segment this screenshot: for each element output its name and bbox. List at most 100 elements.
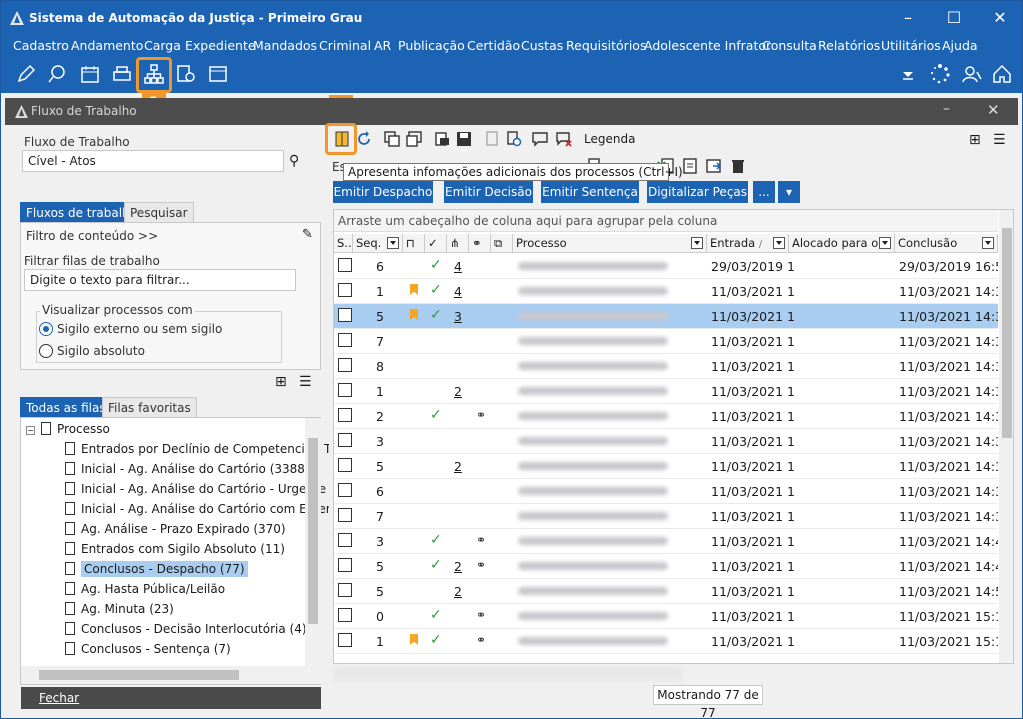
processo-number-redacted[interactable] — [518, 637, 668, 645]
search-doc-icon[interactable] — [47, 63, 69, 85]
document-icon[interactable] — [681, 157, 699, 175]
table-row[interactable]: 5 ✓ 2 ⚭ 11/03/2021 1 11/03/2021 14:4 — [334, 554, 998, 579]
filtro-conteudo-toggle[interactable]: Filtro de conteúdo >> — [26, 229, 158, 243]
filter-dropdown-icon[interactable] — [982, 237, 994, 249]
tree-item[interactable]: Inicial - Ag. Análise do Cartório (3388) — [65, 462, 310, 482]
search-doc-icon[interactable] — [505, 130, 523, 148]
tree-item[interactable]: Conclusos - Decisão Interlocutória (4) — [65, 622, 307, 642]
menu-carga[interactable]: Carga — [144, 38, 181, 53]
digitalizar-pecas-button[interactable]: Digitalizar Peças — [647, 181, 748, 203]
additional-info-icon[interactable] — [333, 130, 351, 148]
tree-view-icon[interactable]: ⊞ — [275, 374, 287, 390]
row-link-number[interactable]: 2 — [454, 559, 462, 574]
menu-publicacao[interactable]: Publicação — [398, 38, 465, 53]
menu-ajuda[interactable]: Ajuda — [942, 38, 978, 53]
comment-icon[interactable] — [531, 130, 549, 148]
col-seq[interactable]: Seq. — [353, 234, 403, 253]
processo-number-redacted[interactable] — [518, 537, 668, 545]
menu-mandados[interactable]: Mandados — [253, 38, 317, 53]
row-checkbox[interactable] — [338, 508, 352, 522]
tree-item[interactable]: Inicial - Ag. Análise do Cartório - Urge… — [65, 482, 326, 502]
tree-vscroll[interactable] — [305, 418, 321, 666]
row-link-number[interactable]: 2 — [454, 459, 462, 474]
dropdown-button[interactable]: ▾ — [778, 181, 800, 203]
fluxo-field[interactable]: Cível - Atos — [22, 150, 284, 172]
row-link-number[interactable]: 4 — [454, 284, 462, 299]
tree-view-icon[interactable]: ⊞ — [969, 132, 981, 148]
col-entrada[interactable]: Entrada / — [707, 234, 789, 253]
row-checkbox[interactable] — [338, 483, 352, 497]
row-checkbox[interactable] — [338, 533, 352, 547]
table-row[interactable]: 5 ✓ 3 11/03/2021 1 11/03/2021 14:3 — [334, 304, 998, 329]
row-checkbox[interactable] — [338, 258, 352, 272]
row-checkbox[interactable] — [338, 558, 352, 572]
copy-icon[interactable] — [383, 130, 401, 148]
filter-dropdown-icon[interactable] — [773, 237, 785, 249]
col-alocado[interactable]: Alocado para o... — [789, 234, 895, 253]
inner-minimize-button[interactable]: – — [943, 101, 950, 117]
table-row[interactable]: 3 ✓ ⚭ 11/03/2021 1 11/03/2021 14:4 — [334, 529, 998, 554]
remove-comment-icon[interactable] — [555, 130, 573, 148]
inner-close-button[interactable]: ✕ — [987, 101, 1000, 119]
tab-todas-filas[interactable]: Todas as filas — [20, 397, 112, 419]
grid-hscroll[interactable] — [333, 667, 683, 681]
processo-number-redacted[interactable] — [518, 312, 668, 320]
search-icon[interactable]: ⚲ — [289, 153, 299, 169]
row-checkbox[interactable] — [338, 358, 352, 372]
row-checkbox[interactable] — [338, 433, 352, 447]
menu-cadastro[interactable]: Cadastro — [13, 38, 69, 53]
tree-item[interactable]: Inicial - Ag. Análise do Cartório com Em… — [65, 502, 331, 522]
maximize-button[interactable]: ☐ — [936, 5, 972, 31]
row-checkbox[interactable] — [338, 383, 352, 397]
processo-number-redacted[interactable] — [518, 362, 668, 370]
col-tree[interactable]: ⋔ — [447, 234, 469, 253]
col-check[interactable]: ✓ — [425, 234, 447, 253]
table-row[interactable]: 1 ✓ ⚭ 11/03/2021 1 11/03/2021 15:1 — [334, 629, 998, 654]
table-row[interactable]: 7 11/03/2021 1 11/03/2021 14:3 — [334, 329, 998, 354]
menu-requisitorios[interactable]: Requisitórios — [566, 38, 646, 53]
calendar-icon[interactable] — [79, 63, 101, 85]
processo-number-redacted[interactable] — [518, 337, 668, 345]
refresh-icon[interactable] — [355, 130, 373, 148]
printer-icon[interactable] — [111, 63, 133, 85]
save-icon[interactable] — [455, 130, 473, 148]
legenda-label[interactable]: Legenda — [584, 132, 635, 146]
processo-number-redacted[interactable] — [518, 487, 668, 495]
table-row[interactable]: 7 11/03/2021 1 11/03/2021 14:3 — [334, 504, 998, 529]
menu-relatorios[interactable]: Relatórios — [818, 38, 880, 53]
duplicate-icon[interactable] — [405, 130, 423, 148]
table-row[interactable]: 5 2 11/03/2021 1 11/03/2021 14:59 — [334, 579, 998, 604]
search-list-icon[interactable] — [175, 63, 197, 85]
table-row[interactable]: 0 ✓ ⚭ 11/03/2021 1 11/03/2021 15:1 — [334, 604, 998, 629]
export-icon[interactable] — [705, 157, 723, 175]
row-checkbox[interactable] — [338, 308, 352, 322]
processo-number-redacted[interactable] — [518, 412, 668, 420]
tree-item[interactable]: Entrados por Declínio de Competencia - T — [65, 442, 331, 462]
table-row[interactable]: 1 2 11/03/2021 1 11/03/2021 14:3 — [334, 379, 998, 404]
edit-icon[interactable] — [15, 63, 37, 85]
table-row[interactable]: 2 ✓ ⚭ 11/03/2021 1 11/03/2021 14:3 — [334, 404, 998, 429]
processo-number-redacted[interactable] — [518, 462, 668, 470]
emitir-despacho-button[interactable]: Emitir Despacho — [333, 181, 433, 203]
col-conclusao[interactable]: Conclusão — [895, 234, 998, 253]
menu-certidao[interactable]: Certidão — [467, 38, 520, 53]
tree-item[interactable]: Ag. Hasta Pública/Leilão — [65, 582, 225, 602]
processo-number-redacted[interactable] — [518, 512, 668, 520]
menu-adolescente-infrator[interactable]: Adolescente Infrator — [644, 38, 771, 53]
processo-number-redacted[interactable] — [518, 587, 668, 595]
users-icon[interactable] — [961, 63, 983, 85]
menu-andamento[interactable]: Andamento — [71, 38, 143, 53]
list-view-icon[interactable]: ☰ — [299, 374, 312, 390]
processo-number-redacted[interactable] — [518, 562, 668, 570]
col-copy[interactable]: ⧉ — [491, 234, 513, 253]
table-row[interactable]: 3 11/03/2021 1 11/03/2021 14:3 — [334, 429, 998, 454]
row-checkbox[interactable] — [338, 608, 352, 622]
table-row[interactable]: 1 ✓ 4 11/03/2021 1 11/03/2021 14:30 — [334, 279, 998, 304]
row-checkbox[interactable] — [338, 633, 352, 647]
close-window-button[interactable]: ✕ — [982, 5, 1018, 31]
processo-number-redacted[interactable] — [518, 287, 668, 295]
row-link-number[interactable]: 2 — [454, 384, 462, 399]
trash-icon[interactable] — [729, 157, 747, 175]
grid-vscroll[interactable] — [999, 210, 1013, 663]
emitir-sentenca-button[interactable]: Emitir Sentença — [541, 181, 639, 203]
